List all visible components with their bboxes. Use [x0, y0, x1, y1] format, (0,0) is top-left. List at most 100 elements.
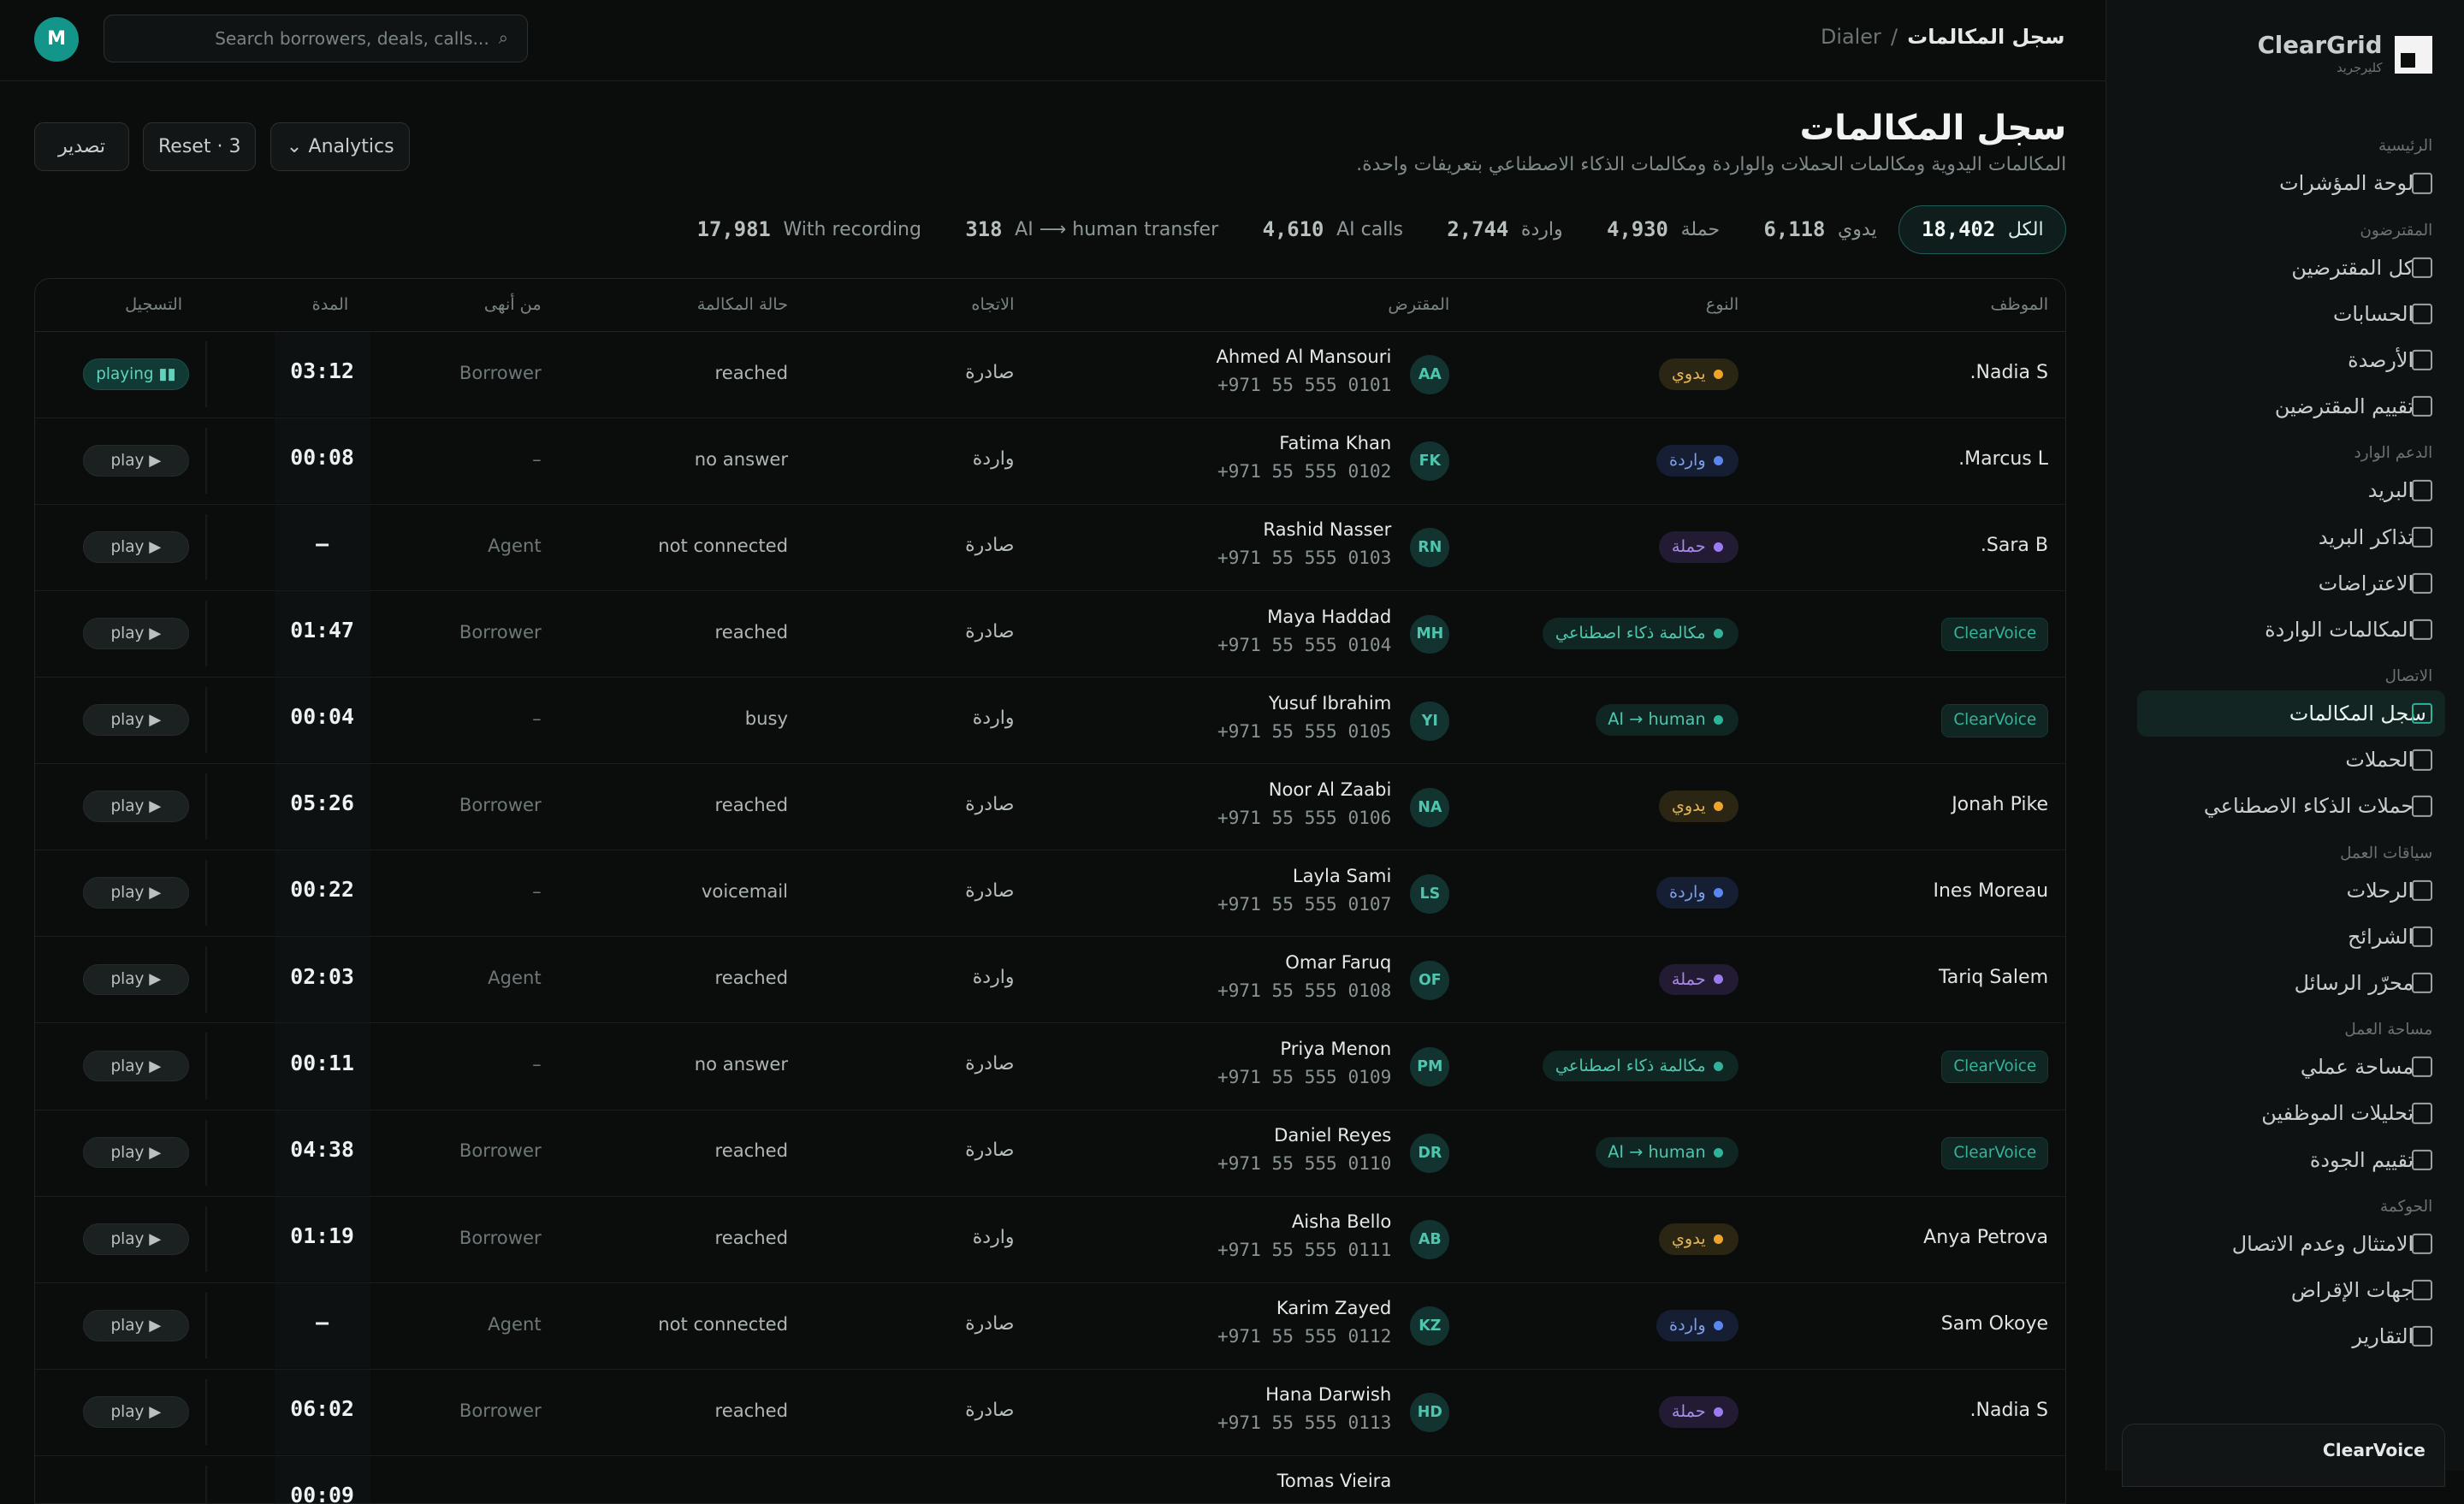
borrower-name[interactable]: Hana Darwish — [1265, 1383, 1391, 1405]
stat-filter-chip[interactable]: الكل 18,402 — [1898, 204, 2067, 254]
checkbox-icon — [2412, 879, 2433, 901]
sidebar-item[interactable]: الأرصدة — [2106, 337, 2464, 383]
borrower-name[interactable]: Tomas Vieira — [1277, 1470, 1392, 1491]
table-row[interactable]: Jonah Pike يدوي NA Noor Al Zaabi +971 55 555… — [35, 764, 2066, 851]
stat-filter-chip[interactable]: AI calls 4,610 — [1241, 206, 1425, 253]
user-avatar[interactable]: M — [34, 17, 79, 62]
table-row[interactable]: ClearVoice AI → human YI Yusuf Ibrahim +971 … — [35, 678, 2066, 765]
sidebar-item-label: الرحلات — [2346, 878, 2414, 903]
table-row[interactable]: Tomas Vieira 00:09 — [35, 1455, 2065, 1503]
sidebar-item[interactable]: الحسابات — [2106, 291, 2464, 337]
play-button[interactable]: play ▶ — [82, 618, 190, 649]
stat-label: يدوي — [1838, 218, 1877, 240]
play-button[interactable]: play ▶ — [82, 877, 190, 909]
sidebar-item[interactable]: البريد — [2106, 467, 2464, 513]
borrower-name[interactable]: Ahmed Al Mansouri — [1216, 346, 1391, 367]
table-row[interactable]: Sara B. حملة RN Rashid Nasser +971 55 555 01… — [35, 504, 2066, 591]
sidebar-item[interactable]: حملات الذكاء الاصطناعي — [2106, 783, 2464, 829]
col-status[interactable]: حالة المكالمة — [697, 294, 788, 314]
borrower-avatar: NA — [1410, 787, 1450, 827]
play-button[interactable]: play ▶ — [82, 1136, 190, 1169]
call-direction: صادرة — [965, 1140, 1015, 1162]
sidebar-item[interactable]: الامتثال وعدم الاتصال — [2106, 1221, 2464, 1267]
reset-filters-button[interactable]: Reset · 3 — [143, 122, 257, 172]
borrower-name[interactable]: Daniel Reyes — [1274, 1124, 1391, 1146]
play-button[interactable]: play ▶ — [82, 1396, 190, 1428]
borrower-name[interactable]: Yusuf Ibrahim — [1269, 692, 1391, 714]
col-duration[interactable]: المدة — [312, 294, 349, 314]
search-input[interactable] — [171, 27, 493, 50]
sidebar-item[interactable]: جهات الإقراض — [2106, 1267, 2464, 1313]
export-button[interactable]: تصدير — [34, 122, 129, 172]
table-row[interactable]: Tariq Salem حملة OF Omar Faruq +971 55 555 0… — [35, 937, 2066, 1024]
play-button[interactable]: play ▶ — [82, 790, 190, 823]
sidebar-item[interactable]: تقييم الجودة — [2106, 1137, 2464, 1183]
brand[interactable]: ClearGrid كليرجريد — [2258, 34, 2433, 75]
sidebar-item[interactable]: تحليلات الموظفين — [2106, 1090, 2464, 1136]
table-row[interactable]: Nadia S. حملة HD Hana Darwish +971 55 555 01… — [35, 1369, 2066, 1456]
table-row[interactable]: ClearVoice مكالمة ذكاء اصطناعي PM Priya Men… — [35, 1023, 2066, 1110]
play-button[interactable]: play ▶ — [82, 1050, 190, 1082]
play-button[interactable]: play ▶ — [82, 1223, 190, 1255]
borrower-phone: +971 55 555 0101 — [1217, 374, 1392, 396]
borrower-name[interactable]: Rashid Nasser — [1263, 518, 1391, 540]
sidebar-item[interactable]: لوحة المؤشرات — [2106, 160, 2464, 206]
sidebar-item[interactable]: محرّر الرسائل — [2106, 960, 2464, 1006]
stat-value: 17,981 — [696, 217, 771, 242]
play-button[interactable]: play ▶ — [82, 963, 190, 996]
col-borrower[interactable]: المقترض — [1388, 294, 1449, 314]
table-row[interactable]: Nadia S. يدوي AA Ahmed Al Mansouri +971 55 5… — [35, 331, 2066, 418]
sidebar-item[interactable]: المكالمات الواردة — [2106, 607, 2464, 653]
sidebar-item-label: محرّر الرسائل — [2294, 971, 2414, 996]
table-row[interactable]: Marcus L. واردة FK Fatima Khan +971 55 555 0… — [35, 417, 2066, 505]
sidebar-item[interactable]: مساحة عملي — [2106, 1044, 2464, 1090]
col-type[interactable]: النوع — [1706, 294, 1738, 314]
call-status: reached — [714, 794, 789, 816]
sidebar-item[interactable]: تذاكر البريد — [2106, 513, 2464, 560]
table-row[interactable]: Sam Okoye واردة KZ Karim Zayed +971 55 555 0… — [35, 1282, 2066, 1370]
sidebar-item[interactable]: الحملات — [2106, 737, 2464, 783]
borrower-name[interactable]: Priya Menon — [1280, 1038, 1391, 1059]
play-button[interactable]: play ▶ — [82, 445, 190, 477]
borrower-name[interactable]: Fatima Khan — [1279, 432, 1391, 453]
sidebar-item[interactable]: الاعتراضات — [2106, 560, 2464, 607]
stat-filter-chip[interactable]: With recording 17,981 — [675, 206, 944, 253]
borrower-name[interactable]: Karim Zayed — [1276, 1297, 1392, 1318]
borrower-name[interactable]: Layla Sami — [1293, 865, 1391, 886]
play-button[interactable]: play ▶ — [82, 1309, 190, 1341]
breadcrumb-parent[interactable]: Dialer — [1821, 25, 1881, 49]
stat-filter-chip[interactable]: AI ⟶ human transfer 318 — [944, 206, 1241, 253]
borrower-avatar: HD — [1410, 1393, 1450, 1433]
table-row[interactable]: Anya Petrova يدوي AB Aisha Bello +971 55 555… — [35, 1196, 2066, 1283]
call-duration: — — [316, 531, 329, 557]
sidebar-item[interactable]: الشرائح — [2106, 914, 2464, 960]
col-agent[interactable]: الموظف — [1990, 294, 2048, 314]
borrower-name[interactable]: Omar Faruq — [1285, 951, 1391, 973]
stat-filter-chip[interactable]: واردة 2,744 — [1425, 206, 1585, 253]
col-recording[interactable]: التسجيل — [125, 294, 182, 314]
borrower-name[interactable]: Noor Al Zaabi — [1269, 779, 1392, 800]
col-ended-by[interactable]: من أنهى — [484, 294, 542, 314]
col-direction[interactable]: الاتجاه — [971, 294, 1014, 314]
clearvoice-card[interactable]: ClearVoice — [2121, 1424, 2445, 1487]
play-button[interactable]: play ▶ — [82, 531, 190, 563]
stat-filter-chip[interactable]: يدوي 6,118 — [1742, 206, 1899, 253]
brand-logo-icon — [2395, 36, 2433, 74]
sidebar-item[interactable]: كل المقترضين — [2106, 245, 2464, 291]
search-box[interactable]: ⌕ — [104, 14, 529, 63]
pause-button[interactable]: playing ▮▮ — [82, 358, 190, 390]
table-row[interactable]: ClearVoice AI → human DR Daniel Reyes +971 5… — [35, 1110, 2066, 1197]
borrower-name[interactable]: Aisha Bello — [1292, 1211, 1391, 1232]
status-dot-icon — [1713, 888, 1723, 898]
table-row[interactable]: Ines Moreau واردة LS Layla Sami +971 55 555 … — [35, 850, 2066, 938]
sidebar-item[interactable]: سجل المكالمات — [2136, 690, 2445, 737]
table-row[interactable]: ClearVoice مكالمة ذكاء اصطناعي MH Maya Hadd… — [35, 590, 2066, 678]
sidebar-item[interactable]: الرحلات — [2106, 867, 2464, 914]
sidebar-item[interactable]: التقارير — [2106, 1313, 2464, 1359]
sidebar-item[interactable]: تقييم المقترضين — [2106, 383, 2464, 429]
play-button[interactable]: play ▶ — [82, 704, 190, 737]
stat-filter-chip[interactable]: حملة 4,930 — [1584, 206, 1741, 253]
analytics-button[interactable]: ⌄ Analytics — [270, 122, 411, 172]
call-type-label: حملة — [1671, 536, 1706, 557]
borrower-name[interactable]: Maya Haddad — [1267, 606, 1391, 627]
